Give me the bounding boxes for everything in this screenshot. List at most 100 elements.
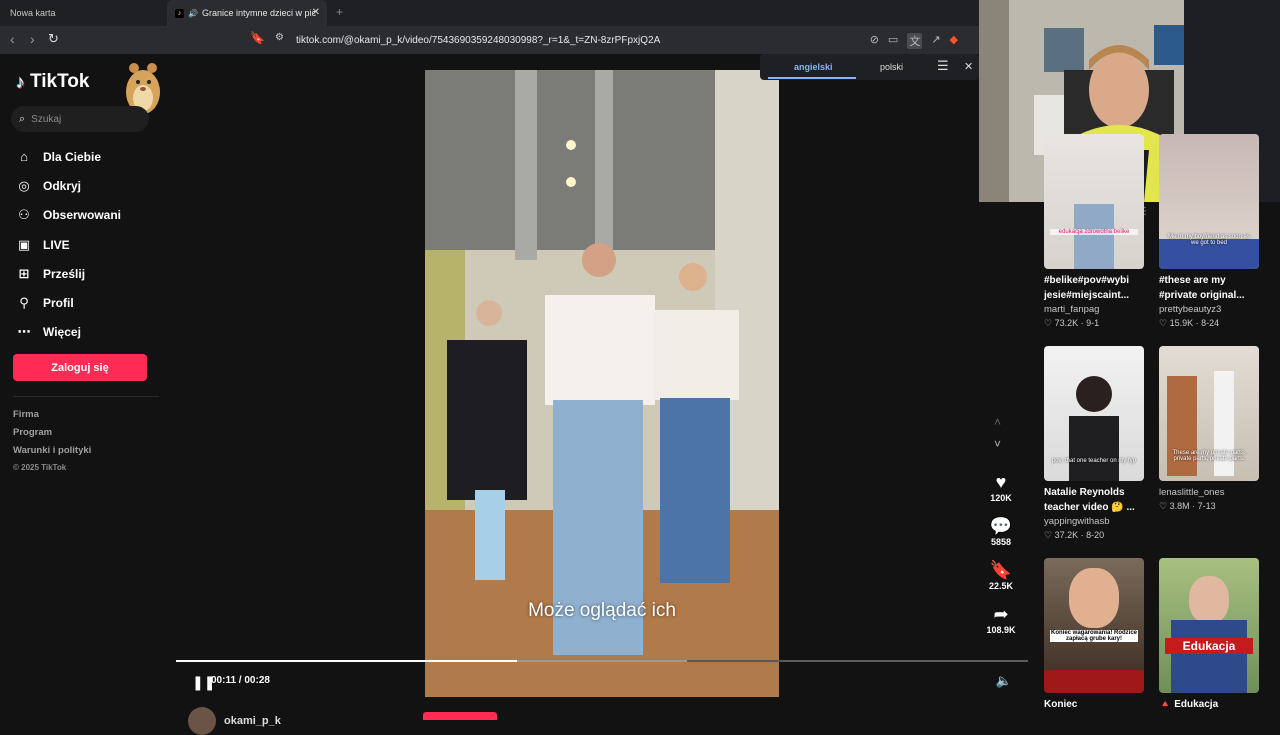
recommended-video-card[interactable]: pov: that one teacher on my fyp Natalie … xyxy=(1044,346,1144,541)
heart-outline-icon: ♡ xyxy=(1159,318,1168,328)
progress-fill xyxy=(176,660,517,662)
video-time: 00:11 / 00:28 xyxy=(211,675,270,686)
thumb-caption: Edukacja xyxy=(1165,638,1253,654)
video-thumbnail[interactable]: These are my private parts, private part… xyxy=(1159,346,1259,481)
login-button[interactable]: Zaloguj się xyxy=(13,354,147,381)
following-icon: ⚇ xyxy=(18,207,30,223)
share-button[interactable]: ➦ 108.9K xyxy=(984,604,1018,648)
brave-shield-icon[interactable]: ◆ xyxy=(950,33,958,49)
recommended-video-card[interactable]: These are my private parts, private part… xyxy=(1159,346,1259,512)
next-video-icon[interactable]: ˅ xyxy=(994,437,1001,451)
like-button[interactable]: ♥ 120K xyxy=(984,472,1018,516)
card-title[interactable]: #belike#pov#wybi jesie#miejscaint... xyxy=(1044,273,1144,303)
save-button[interactable]: 🔖 22.5K xyxy=(984,560,1018,604)
sidebar-item-label: Profil xyxy=(43,296,74,311)
translate-menu-icon[interactable]: ☰ xyxy=(937,58,949,74)
card-stats: ♡ 15.9K · 8-24 xyxy=(1159,318,1220,328)
video-thumbnail[interactable]: Koniec wagarowania! Rodzice zapłacą grub… xyxy=(1044,558,1144,693)
follow-button[interactable] xyxy=(423,712,497,720)
sidebar-item-explore[interactable]: ◎ Odkryj xyxy=(14,171,121,200)
reload-icon[interactable]: ↻ xyxy=(48,31,59,47)
card-username[interactable]: yappingwithasb xyxy=(1044,516,1144,527)
sidebar: ♪ TikTok ⌕ Szukaj ⌂ Dla Ciebie ◎ Odkryj ⚇ O… xyxy=(0,54,176,720)
back-icon[interactable]: ‹ xyxy=(10,31,15,47)
heart-outline-icon: ♡ xyxy=(1044,530,1053,540)
bookmark-icon[interactable]: 🔖 xyxy=(250,31,265,45)
sidebar-item-label: Więcej xyxy=(43,325,81,340)
search-icon: ⌕ xyxy=(19,112,26,125)
card-likes: 73.2K xyxy=(1054,318,1079,328)
browser-nav-bar: ‹ › ↻ tiktok.com/@okami_p_k/video/754369… xyxy=(0,26,980,54)
translate-target-language[interactable]: polski xyxy=(880,62,903,72)
upload-icon: ⊞ xyxy=(18,265,30,281)
author-username[interactable]: okami_p_k xyxy=(224,715,281,727)
profile-icon: ⚲ xyxy=(19,295,29,311)
sidebar-item-upload[interactable]: ⊞ Prześlij xyxy=(14,259,121,288)
translate-source-language[interactable]: angielski xyxy=(794,62,833,72)
sidebar-item-for-you[interactable]: ⌂ Dla Ciebie xyxy=(14,142,121,171)
sidebar-item-live[interactable]: ▣ LIVE xyxy=(14,230,121,259)
tracking-icon[interactable]: ⊘ xyxy=(870,33,879,49)
sidebar-item-label: Prześlij xyxy=(43,266,86,281)
sidebar-item-more[interactable]: ⋯ Więcej xyxy=(14,318,121,347)
sidebar-item-label: Dla Ciebie xyxy=(43,149,102,164)
tab-new[interactable]: Nowa karta xyxy=(0,0,166,26)
share-icon[interactable]: ↗ xyxy=(931,33,940,49)
footer-link-program[interactable]: Program xyxy=(13,427,91,445)
new-tab-button[interactable]: + xyxy=(336,5,343,19)
tiktok-note-icon: ♪ xyxy=(16,71,25,92)
video-thumbnail[interactable]: Me to my boyfriend as soon as we got to … xyxy=(1159,134,1259,269)
previous-video-icon[interactable]: ˄ xyxy=(994,415,1001,429)
card-date: 8-20 xyxy=(1086,530,1105,540)
card-username[interactable]: lenaslittle_ones xyxy=(1159,487,1259,498)
video-thumbnail[interactable]: pov: that one teacher on my fyp xyxy=(1044,346,1144,481)
tiktok-logo[interactable]: ♪ TikTok xyxy=(16,71,89,93)
card-title[interactable]: Koniec xyxy=(1044,697,1144,712)
recommended-video-card[interactable]: Edukacja 🔺 Edukacja xyxy=(1159,558,1259,712)
card-username[interactable]: marti_fanpag xyxy=(1044,304,1144,315)
thumb-face xyxy=(1189,576,1229,624)
tab-active[interactable]: ♪ 🔊 Granice intymne dzieci w pic ✕ xyxy=(167,0,327,26)
recommended-video-card[interactable]: Me to my boyfriend as soon as we got to … xyxy=(1159,134,1259,329)
recommended-video-card[interactable]: edukacja zdrowotna belike ⋮ #belike#pov#… xyxy=(1044,134,1150,329)
comment-button[interactable]: 💬 5858 xyxy=(984,516,1018,560)
translate-close-icon[interactable]: ✕ xyxy=(964,60,973,73)
audio-icon: 🔊 xyxy=(188,8,198,18)
translate-icon[interactable]: 文 xyxy=(907,33,923,49)
video-progress-bar[interactable] xyxy=(176,660,1028,662)
video-author[interactable]: okami_p_k xyxy=(188,707,281,735)
recommended-video-card[interactable]: Koniec wagarowania! Rodzice zapłacą grub… xyxy=(1044,558,1144,712)
card-stats: ♡ 3.8M · 7-13 xyxy=(1159,501,1216,511)
video-thumbnail[interactable]: edukacja zdrowotna belike xyxy=(1044,134,1144,269)
card-username[interactable]: prettybeautyz3 xyxy=(1159,304,1259,315)
tab-title: Granice intymne dzieci w pic xyxy=(201,8,317,18)
address-bar[interactable]: tiktok.com/@okami_p_k/video/754369035924… xyxy=(244,29,974,51)
footer-link-terms[interactable]: Warunki i polityki xyxy=(13,445,91,463)
share-arrow-icon: ➦ xyxy=(993,604,1009,624)
card-title[interactable]: #these are my #private original... xyxy=(1159,273,1259,303)
card-date: 9-1 xyxy=(1086,318,1100,328)
sidebar-item-following[interactable]: ⚇ Obserwowani xyxy=(14,201,121,230)
card-title[interactable]: 🔺 Edukacja xyxy=(1159,697,1259,712)
forward-icon[interactable]: › xyxy=(30,31,35,47)
volume-icon[interactable]: 🔈 xyxy=(996,673,1012,689)
close-tab-icon[interactable]: ✕ xyxy=(312,7,320,18)
browser-tab-bar: Nowa karta ♪ 🔊 Granice intymne dzieci w … xyxy=(0,0,980,26)
cast-icon[interactable]: ▭ xyxy=(888,33,898,49)
sidebar-item-label: Odkryj xyxy=(43,178,82,193)
more-options-icon[interactable]: ⋮ xyxy=(1140,206,1150,217)
copyright: © 2025 TikTok xyxy=(13,463,67,472)
thumb-face xyxy=(1069,568,1119,628)
sidebar-item-profile[interactable]: ⚲ Profil xyxy=(14,288,121,317)
avatar[interactable] xyxy=(188,707,216,735)
footer-link-company[interactable]: Firma xyxy=(13,409,91,427)
url-text[interactable]: tiktok.com/@okami_p_k/video/754369035924… xyxy=(296,35,660,46)
comment-icon: 💬 xyxy=(989,516,1013,536)
translate-bar: angielski polski ☰ ✕ xyxy=(760,54,980,80)
site-info-icon[interactable]: ⚙ xyxy=(275,32,284,43)
search-input[interactable]: ⌕ Szukaj xyxy=(11,106,149,132)
video-frame[interactable]: Może oglądać ich xyxy=(425,70,779,697)
card-stats: ♡ 73.2K · 9-1 xyxy=(1044,318,1100,328)
card-title[interactable]: Natalie Reynolds teacher video 🤔 ... xyxy=(1044,485,1144,515)
video-thumbnail[interactable]: Edukacja xyxy=(1159,558,1259,693)
